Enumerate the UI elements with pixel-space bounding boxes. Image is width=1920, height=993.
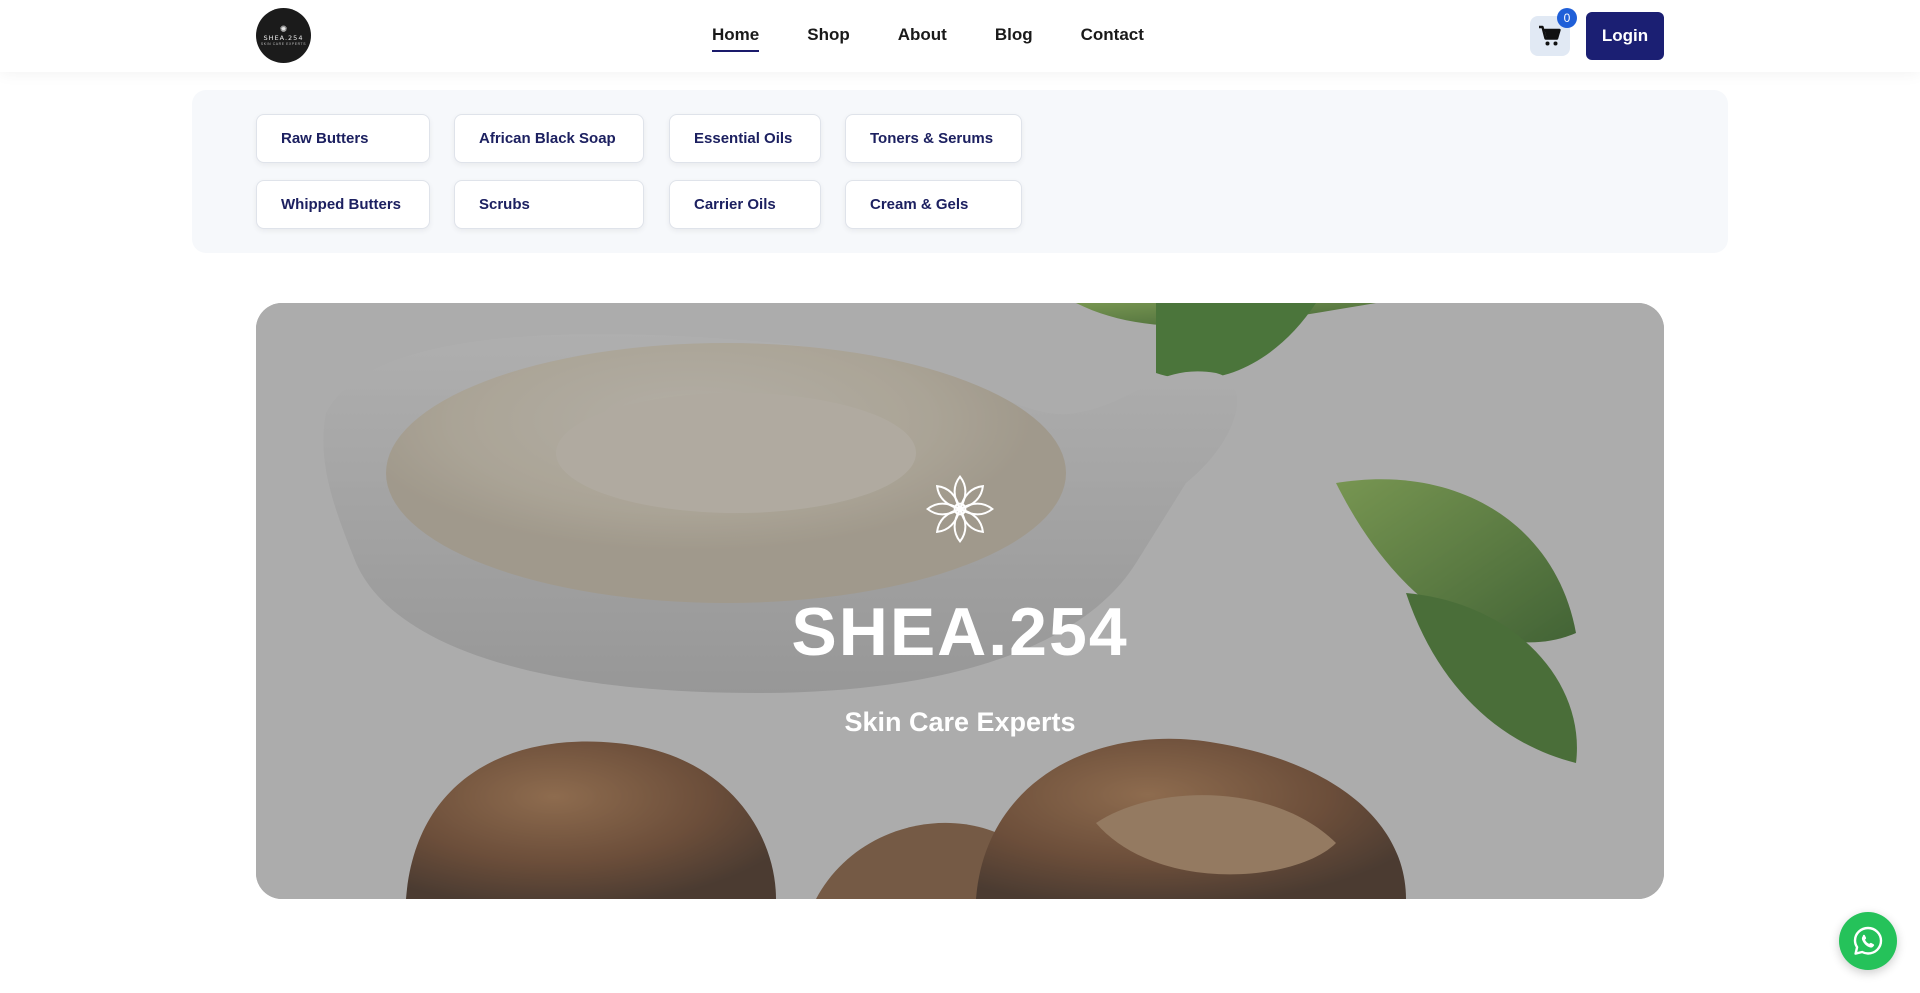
hero-content: SHEA.254 Skin Care Experts — [256, 303, 1664, 899]
category-carrier-oils[interactable]: Carrier Oils — [669, 180, 821, 229]
whatsapp-button[interactable] — [1839, 912, 1897, 970]
category-panel: Raw Butters African Black Soap Essential… — [192, 90, 1728, 253]
logo-flower-icon: ✺ — [279, 24, 288, 34]
category-scrubs[interactable]: Scrubs — [454, 180, 644, 229]
nav-contact[interactable]: Contact — [1081, 25, 1144, 47]
category-toners-serums[interactable]: Toners & Serums — [845, 114, 1022, 163]
category-cream-gels[interactable]: Cream & Gels — [845, 180, 1022, 229]
cart-icon — [1539, 25, 1561, 46]
login-button[interactable]: Login — [1586, 12, 1664, 60]
category-african-black-soap[interactable]: African Black Soap — [454, 114, 644, 163]
nav-blog[interactable]: Blog — [995, 25, 1033, 47]
nav-shop[interactable]: Shop — [807, 25, 850, 47]
main-nav: Home Shop About Blog Contact — [712, 0, 1192, 72]
brand-logo[interactable]: ✺ SHEA.254 skin care experts — [256, 8, 311, 63]
category-raw-butters[interactable]: Raw Butters — [256, 114, 430, 163]
hero-banner: SHEA.254 Skin Care Experts — [256, 303, 1664, 899]
site-header: ✺ SHEA.254 skin care experts Home Shop A… — [0, 0, 1920, 72]
logo-tagline: skin care experts — [260, 42, 307, 46]
category-whipped-butters[interactable]: Whipped Butters — [256, 180, 430, 229]
whatsapp-icon — [1853, 926, 1883, 955]
logo-wordmark: SHEA.254 — [263, 34, 304, 42]
nav-about[interactable]: About — [898, 25, 947, 47]
hero-subtitle: Skin Care Experts — [844, 707, 1076, 737]
category-essential-oils[interactable]: Essential Oils — [669, 114, 821, 163]
cart-count-badge: 0 — [1557, 8, 1577, 28]
nav-home[interactable]: Home — [712, 25, 760, 52]
hero-title: SHEA.254 — [791, 594, 1129, 670]
lotus-icon — [926, 475, 994, 543]
